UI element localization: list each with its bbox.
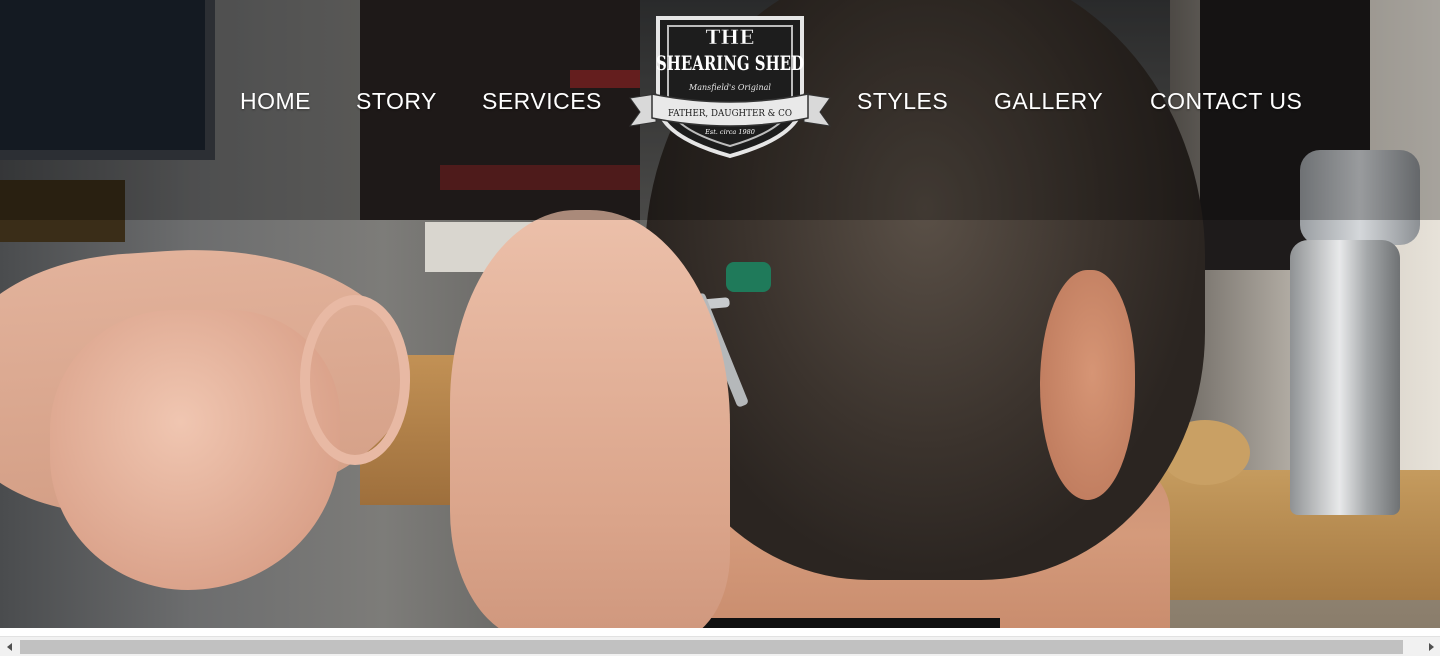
shearing-shed-logo[interactable]: THE SHEARING SHED Mansfield's Original F… [626,10,834,160]
scroll-right-button[interactable] [1422,637,1440,656]
nav-home-link[interactable]: HOME [240,86,311,116]
nav-contact-link[interactable]: CONTACT US [1150,86,1302,116]
nav-gallery-link[interactable]: GALLERY [994,86,1103,116]
logo-line1: THE [705,25,754,49]
logo-line2: SHEARING SHED [656,51,804,75]
barber-right-hand [450,210,730,628]
spray-bottle [1290,240,1400,515]
barber-bracelet [300,295,410,465]
scissors-handle [726,262,771,292]
logo-established: Est. circa 1980 [704,128,755,136]
client-collar [700,618,1000,628]
scrollbar-thumb[interactable] [20,640,1403,654]
nav-styles-link[interactable]: STYLES [857,86,948,116]
nav-services-link[interactable]: SERVICES [482,86,602,116]
nav-story-link[interactable]: STORY [356,86,437,116]
horizontal-scrollbar[interactable] [0,636,1440,656]
logo-tagline: Mansfield's Original [688,83,771,92]
triangle-right-icon [1428,643,1434,651]
triangle-left-icon [6,643,12,651]
scroll-left-button[interactable] [0,637,18,656]
logo-banner-text: FATHER, DAUGHTER & CO [668,109,792,119]
client-ear [1040,270,1135,500]
